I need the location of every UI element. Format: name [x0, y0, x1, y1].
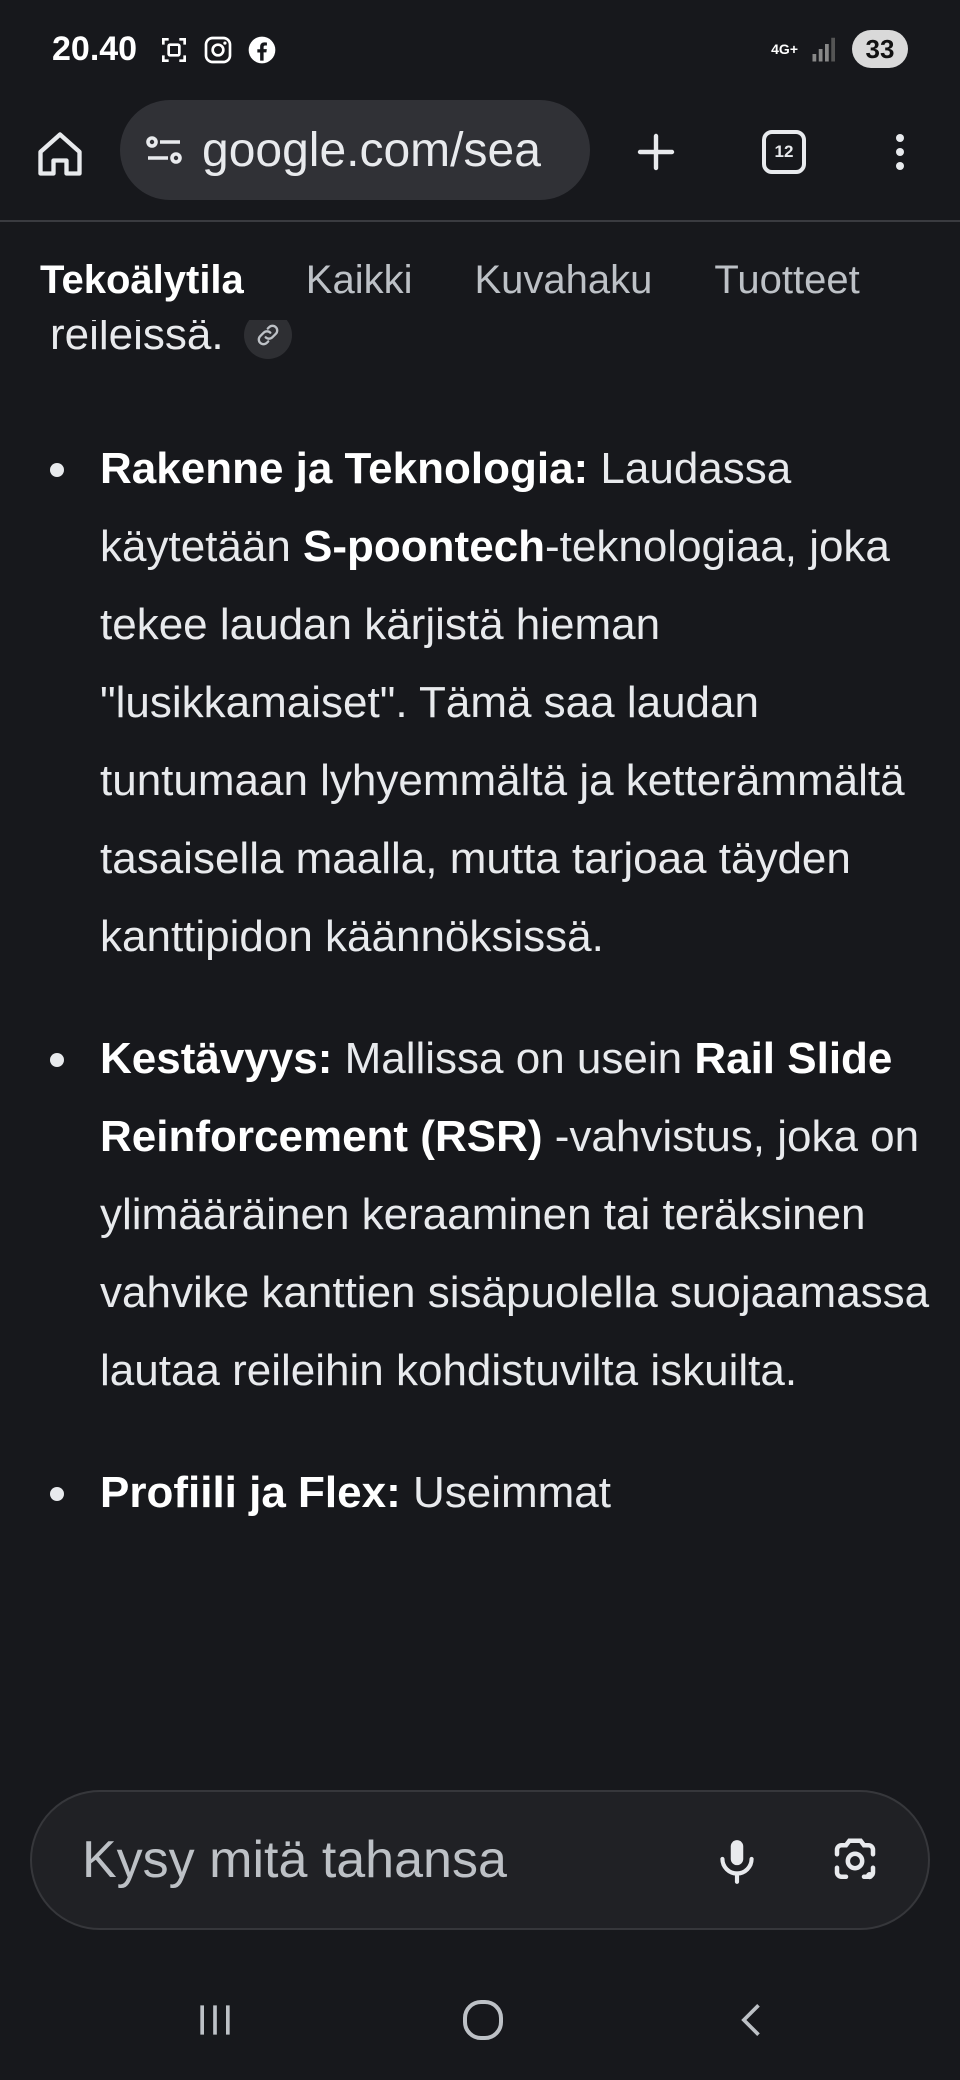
home-circle-icon: [463, 2000, 503, 2040]
address-bar[interactable]: google.com/sea: [120, 100, 590, 200]
tab-images[interactable]: Kuvahaku: [475, 240, 653, 320]
list-item: Rakenne ja Teknologia: Laudassa käytetää…: [0, 430, 960, 976]
plus-icon: [637, 133, 675, 171]
status-right: 4G+ 33: [771, 30, 908, 68]
notification-icons: [158, 34, 278, 66]
tab-all[interactable]: Kaikki: [306, 240, 413, 320]
ask-bar: [30, 1790, 930, 1930]
browser-screen: 20.40 4G+ 33 google.com/sea 12 Tekoälyti…: [0, 0, 960, 2080]
partial-paragraph: reileissä.: [50, 320, 292, 360]
ai-answer-content: reileissä. Rakenne ja Teknologia: Laudas…: [0, 320, 960, 1760]
signal-icon: [812, 37, 835, 62]
answer-bullet-list: Rakenne ja Teknologia: Laudassa käytetää…: [0, 430, 960, 1576]
site-settings-icon[interactable]: [140, 126, 188, 174]
bullet-text: Mallissa on usein: [332, 1034, 695, 1083]
more-vertical-icon: [896, 134, 904, 170]
lens-camera-button[interactable]: [820, 1826, 890, 1896]
network-type: 4G+: [771, 41, 798, 57]
bullet-dot: [50, 463, 64, 477]
bullet-text: -teknologiaa, joka tekee laudan kärjistä…: [100, 522, 905, 961]
lens-camera-icon: [834, 1838, 876, 1880]
back-button[interactable]: [718, 1990, 788, 2050]
facebook-icon: [248, 36, 276, 64]
more-menu-button[interactable]: [868, 120, 932, 184]
bullet-text: Useimmat: [400, 1468, 611, 1517]
list-item: Profiili ja Flex: Useimmat: [0, 1454, 960, 1532]
tab-switcher-button[interactable]: 12: [752, 120, 816, 184]
home-nav-button[interactable]: [448, 1990, 518, 2050]
voice-search-button[interactable]: [702, 1826, 772, 1896]
bullet-dot: [50, 1487, 64, 1501]
status-bar: 20.40 4G+ 33: [0, 0, 960, 100]
back-chevron-icon: [741, 2004, 760, 2036]
instagram-icon: [204, 36, 232, 64]
bullet-emphasis: S-poontech: [303, 522, 546, 571]
status-time: 20.40: [52, 30, 138, 68]
browser-toolbar: google.com/sea 12: [0, 100, 960, 222]
recent-apps-icon: [200, 2005, 230, 2035]
link-icon: [257, 324, 278, 346]
tab-count: 12: [762, 130, 806, 174]
battery-indicator: 33: [852, 30, 908, 68]
tab-ai-mode[interactable]: Tekoälytila: [40, 240, 244, 320]
bullet-dot: [50, 1053, 64, 1067]
tab-products[interactable]: Tuotteet: [714, 240, 859, 320]
home-icon: [38, 132, 82, 176]
ask-input[interactable]: [82, 1792, 682, 1928]
home-button[interactable]: [28, 122, 92, 186]
source-link-button[interactable]: [243, 320, 292, 359]
url-text: google.com/sea: [202, 123, 541, 177]
new-tab-button[interactable]: [624, 120, 688, 184]
bullet-heading: Kestävyys:: [100, 1034, 333, 1083]
partial-text: reileissä.: [50, 320, 224, 359]
system-nav-bar: [0, 1960, 960, 2080]
mic-icon: [720, 1840, 754, 1884]
screenshot-icon: [162, 38, 186, 62]
bullet-heading: Profiili ja Flex:: [100, 1468, 401, 1517]
search-mode-tabs: Tekoälytila Kaikki Kuvahaku Tuotteet: [40, 240, 860, 320]
bullet-heading: Rakenne ja Teknologia:: [100, 444, 589, 493]
recent-apps-button[interactable]: [180, 1990, 250, 2050]
list-item: Kestävyys: Mallissa on usein Rail Slide …: [0, 1020, 960, 1410]
